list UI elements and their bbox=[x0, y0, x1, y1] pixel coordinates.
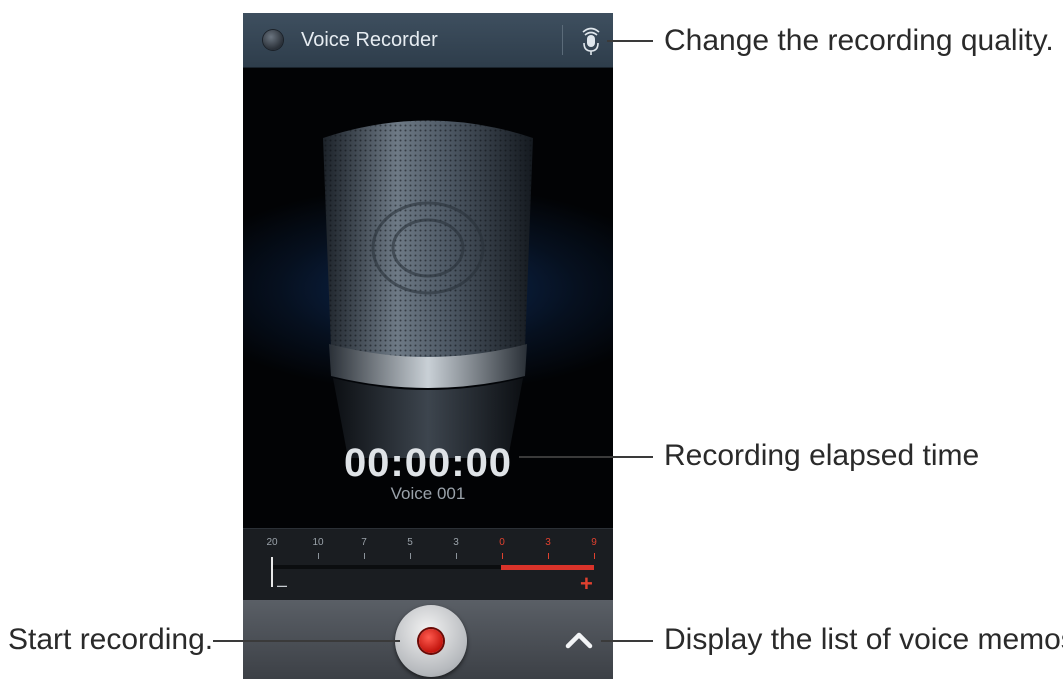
recording-name: Voice 001 bbox=[390, 484, 466, 503]
meter-peak-zone bbox=[501, 565, 594, 570]
meter-tick bbox=[456, 553, 457, 559]
meter-scale-label: 3 bbox=[545, 537, 551, 548]
meter-scale-label: 0 bbox=[499, 537, 505, 548]
chevron-up-icon bbox=[565, 632, 593, 649]
microphone-stage: 00:00:00 Voice 001 bbox=[243, 68, 613, 528]
meter-tick bbox=[318, 553, 319, 559]
callout-line-start bbox=[213, 640, 400, 642]
meter-scale-label: 5 bbox=[407, 537, 413, 548]
callout-line-list bbox=[601, 640, 653, 642]
callout-line-elapsed bbox=[519, 456, 653, 458]
meter-scale-label: 9 bbox=[591, 537, 597, 548]
app-title: Voice Recorder bbox=[301, 29, 438, 51]
phone-screen: Voice Recorder 00:00:00 Voice 001 20 10 … bbox=[243, 13, 613, 679]
meter-scale-label: 7 bbox=[361, 537, 367, 548]
action-bar: Voice Recorder bbox=[243, 13, 613, 68]
level-meter: 20 10 7 5 3 0 3 9 – + bbox=[243, 528, 613, 601]
callout-start: Start recording. bbox=[8, 623, 214, 656]
elapsed-time: 00:00:00 bbox=[343, 441, 513, 485]
callout-quality: Change the recording quality. bbox=[664, 24, 1054, 57]
meter-tick bbox=[594, 553, 595, 559]
callout-line-quality bbox=[607, 40, 653, 42]
meter-minus: – bbox=[277, 575, 288, 595]
record-button[interactable] bbox=[395, 605, 467, 677]
voice-memo-list-button[interactable] bbox=[561, 622, 597, 658]
meter-tick bbox=[548, 553, 549, 559]
callout-elapsed: Recording elapsed time bbox=[664, 439, 980, 472]
voice-recorder-icon bbox=[263, 30, 283, 50]
meter-scale-label: 3 bbox=[453, 537, 459, 548]
callout-list: Display the list of voice memos. bbox=[664, 623, 1063, 656]
recording-quality-button[interactable] bbox=[575, 23, 607, 57]
meter-needle bbox=[271, 557, 273, 587]
action-bar-divider bbox=[562, 25, 563, 55]
meter-scale-label: 20 bbox=[266, 537, 278, 548]
meter-tick bbox=[410, 553, 411, 559]
meter-tick bbox=[364, 553, 365, 559]
meter-plus: + bbox=[580, 571, 593, 596]
microphone-settings-icon bbox=[582, 27, 600, 55]
meter-scale-label: 10 bbox=[312, 537, 324, 548]
microphone-illustration bbox=[323, 120, 533, 458]
meter-tick bbox=[502, 553, 503, 559]
record-icon bbox=[419, 629, 443, 653]
